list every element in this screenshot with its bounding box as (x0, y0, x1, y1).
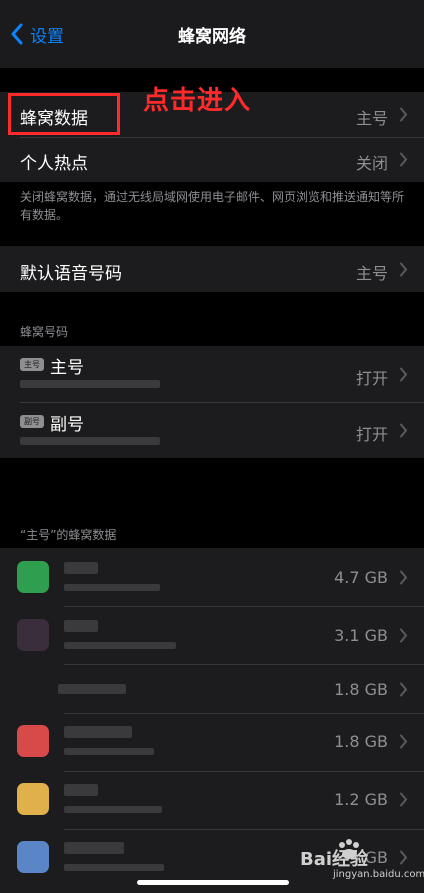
chevron-right-icon (400, 262, 408, 277)
app-detail-blurred (64, 584, 160, 591)
sim-name: 副号 (50, 415, 84, 435)
usage-size: 1.8 GB (334, 732, 388, 751)
cellular-data-value: 主号 (355, 109, 388, 128)
annotation-text: 点击进入 (143, 86, 252, 116)
app-icon (17, 561, 49, 593)
usage-size: 1.8 GB (334, 680, 388, 699)
watermark-domain: jingyan.baidu.com (333, 869, 424, 880)
app-name-blurred (64, 562, 98, 574)
app-name-blurred (64, 620, 98, 632)
chevron-right-icon (400, 628, 408, 643)
chevron-right-icon (400, 570, 408, 585)
sim-group: 主号 主号 打开 副号 副号 打开 (0, 346, 424, 458)
chevron-right-icon (400, 850, 408, 865)
app-usage-row[interactable]: 4.7 GB (0, 548, 424, 606)
app-detail-blurred (64, 642, 176, 649)
chevron-right-icon (400, 367, 408, 382)
usage-size: 1.2 GB (334, 790, 388, 809)
app-detail-blurred (64, 748, 154, 755)
app-name-blurred (64, 784, 98, 796)
sim-status: 打开 (355, 369, 388, 388)
chevron-right-icon (400, 107, 408, 122)
highlight-box (8, 93, 120, 135)
usage-size: 3.1 GB (334, 626, 388, 645)
phone-number-blurred (20, 380, 160, 388)
chevron-right-icon (400, 682, 408, 697)
sim-section-title: 蜂窝号码 (20, 325, 69, 339)
app-detail-blurred (64, 864, 164, 871)
usage-section-title: “主号”的蜂窝数据 (20, 528, 117, 542)
sim-name: 主号 (50, 358, 84, 378)
home-indicator[interactable] (137, 880, 289, 885)
sim-row-secondary[interactable]: 副号 副号 打开 (0, 403, 424, 458)
usage-size: 4.7 GB (334, 568, 388, 587)
app-usage-row[interactable]: 1.8 GB (0, 714, 424, 771)
app-icon (17, 783, 49, 815)
cellular-note: 关闭蜂窝数据，通过无线局域网使用电子邮件、网页浏览和推送通知等所有数据。 (20, 190, 405, 222)
app-name-blurred (58, 684, 126, 694)
sim-badge: 副号 (20, 415, 44, 428)
app-name-blurred (64, 726, 132, 738)
chevron-right-icon (400, 734, 408, 749)
app-usage-row[interactable]: 1.8 GB (0, 665, 424, 713)
usage-size: GB (364, 848, 388, 867)
default-voice-value: 主号 (355, 264, 388, 283)
app-detail-blurred (64, 806, 162, 813)
app-icon (17, 841, 49, 873)
sim-status: 打开 (355, 425, 388, 444)
phone-number-blurred (20, 437, 160, 445)
chevron-right-icon (400, 423, 408, 438)
app-name-blurred (64, 842, 124, 854)
page-title: 蜂窝网络 (178, 27, 246, 47)
default-voice-group: 默认语音号码 主号 (0, 246, 424, 292)
hotspot-value: 关闭 (355, 154, 388, 173)
sim-row-primary[interactable]: 主号 主号 打开 (0, 346, 424, 402)
default-voice-label: 默认语音号码 (20, 264, 122, 284)
app-usage-row[interactable]: 1.2 GB (0, 772, 424, 829)
chevron-right-icon (400, 792, 408, 807)
navigation-bar: 设置 蜂窝网络 (0, 0, 424, 68)
sim-badge: 主号 (20, 358, 44, 371)
hotspot-label: 个人热点 (20, 154, 88, 174)
default-voice-row[interactable]: 默认语音号码 主号 (0, 246, 424, 292)
chevron-right-icon (400, 152, 408, 167)
app-usage-row[interactable]: 3.1 GB (0, 607, 424, 664)
watermark-brand: Bai经验 (300, 849, 369, 870)
app-icon (17, 619, 49, 651)
personal-hotspot-row[interactable]: 个人热点 关闭 (0, 138, 424, 182)
app-icon (17, 725, 49, 757)
